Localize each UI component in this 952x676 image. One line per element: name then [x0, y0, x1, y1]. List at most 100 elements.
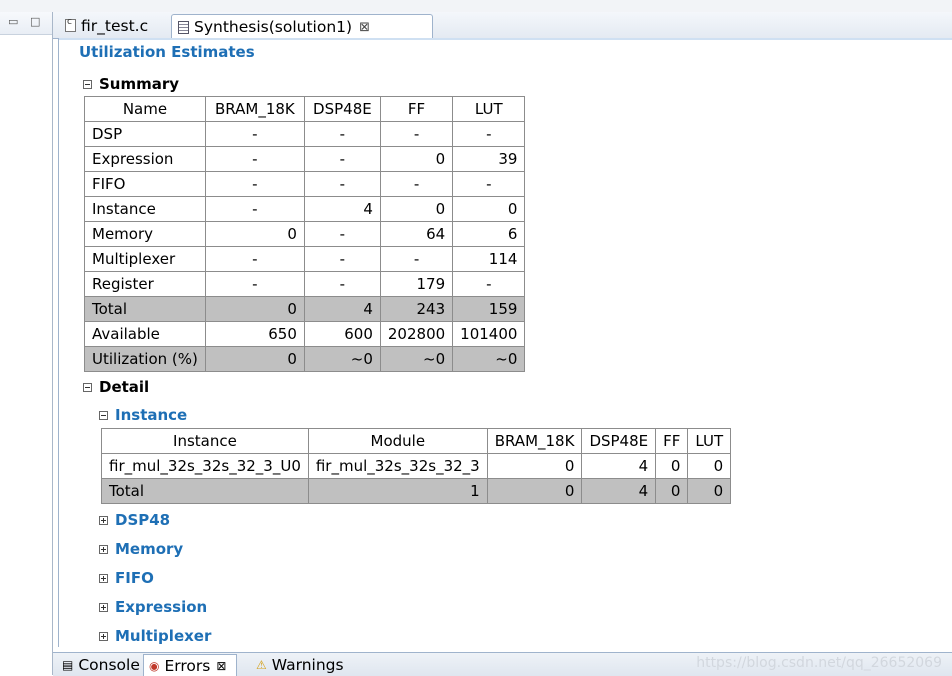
- table-cell: 202800: [379, 321, 454, 347]
- section-heading: FIFO: [115, 569, 154, 587]
- column-header: Instance: [101, 428, 309, 454]
- expand-icon: [99, 515, 108, 525]
- summary-table: Name BRAM_18K DSP48E FF LUT DSP - - - - Expressio…: [84, 96, 526, 372]
- table-cell: 4: [581, 478, 657, 504]
- top-toolbar-strip: [0, 0, 952, 12]
- minimize-icon[interactable]: ▭: [8, 16, 18, 28]
- console-icon: ▤: [62, 658, 74, 672]
- expand-icon: [99, 573, 108, 583]
- expand-icon: [99, 544, 108, 554]
- table-cell: -: [303, 246, 381, 272]
- table-cell: 179: [379, 271, 454, 297]
- table-cell: -: [303, 171, 381, 197]
- column-header: DSP48E: [303, 96, 381, 122]
- summary-heading: Summary: [99, 75, 180, 93]
- table-row: Memory 0-64 6: [84, 221, 526, 247]
- summary-header-row: Name BRAM_18K DSP48E FF LUT: [84, 96, 526, 122]
- table-cell: -: [204, 146, 305, 172]
- table-row: Total 1 0 4 0 0: [101, 478, 732, 504]
- tab-label: Console: [78, 656, 140, 674]
- column-header: BRAM_18K: [204, 96, 305, 122]
- column-header: LUT: [687, 428, 732, 454]
- table-cell: 4: [303, 296, 381, 322]
- section-heading: DSP48: [115, 511, 171, 529]
- section-heading: Expression: [115, 598, 208, 616]
- table-cell: -: [204, 171, 305, 197]
- tab-console[interactable]: ▤ Console: [57, 654, 145, 676]
- table-row: Instance -4 0 0: [84, 196, 526, 222]
- c-file-icon: [65, 17, 76, 32]
- tab-warnings[interactable]: ⚠ Warnings: [251, 654, 349, 676]
- detail-section-toggle[interactable]: Detail: [83, 378, 149, 396]
- tab-synthesis-solution1[interactable]: Synthesis(solution1) ⊠: [171, 14, 433, 39]
- table-cell: Memory: [84, 221, 206, 247]
- table-cell: Total: [84, 296, 206, 322]
- table-cell: 0: [655, 453, 689, 479]
- expand-icon: [99, 602, 108, 612]
- table-cell: 101400: [452, 321, 526, 347]
- left-outline-pane: ▭ □: [0, 12, 53, 675]
- table-cell: -: [303, 146, 381, 172]
- section-toggle-expression[interactable]: Expression: [99, 598, 207, 616]
- tab-label: Errors: [164, 656, 211, 675]
- table-cell: 0: [379, 146, 454, 172]
- table-cell: 159: [452, 296, 526, 322]
- section-toggle-multiplexer[interactable]: Multiplexer: [99, 627, 211, 645]
- table-row: Multiplexer - - -114: [84, 246, 526, 272]
- table-row: DSP - - - -: [84, 121, 526, 147]
- table-cell: FIFO: [84, 171, 206, 197]
- report-icon: [178, 20, 189, 34]
- table-cell: 600: [303, 321, 381, 347]
- tab-fir-test-c[interactable]: fir_test.c: [59, 14, 169, 37]
- maximize-icon[interactable]: □: [30, 16, 40, 28]
- summary-section-toggle[interactable]: Summary: [83, 75, 179, 93]
- bottom-tab-bar: ▤ Console ◉ Errors ⊠ ⚠ Warnings https://…: [53, 652, 952, 676]
- table-row: Available 650 600 202800 101400: [84, 321, 526, 347]
- table-cell: -: [379, 246, 454, 272]
- table-cell: -: [452, 171, 526, 197]
- editor-tab-bar: fir_test.c Synthesis(solution1) ⊠: [53, 12, 952, 39]
- table-cell: 243: [379, 296, 454, 322]
- table-cell: -: [204, 121, 305, 147]
- column-header: BRAM_18K: [486, 428, 583, 454]
- table-cell: 6: [452, 221, 526, 247]
- column-header: LUT: [452, 96, 526, 122]
- instance-table: Instance Module BRAM_18K DSP48E FF LUT fir_mu…: [101, 428, 732, 504]
- table-cell: Expression: [84, 146, 206, 172]
- instance-header-row: Instance Module BRAM_18K DSP48E FF LUT: [101, 428, 732, 454]
- collapse-icon: [99, 410, 108, 420]
- table-cell: -: [204, 271, 305, 297]
- table-cell: 0: [486, 453, 583, 479]
- tab-errors[interactable]: ◉ Errors ⊠: [143, 654, 238, 676]
- table-cell: ~0: [379, 346, 454, 372]
- section-toggle-memory[interactable]: Memory: [99, 540, 183, 558]
- table-cell: Instance: [84, 196, 206, 222]
- table-cell: -: [452, 271, 526, 297]
- column-header: Name: [84, 96, 206, 122]
- table-cell: 1: [307, 478, 488, 504]
- section-toggle-fifo[interactable]: FIFO: [99, 569, 154, 587]
- table-cell: 0: [655, 478, 689, 504]
- instance-heading: Instance: [115, 406, 188, 424]
- section-toggle-dsp48[interactable]: DSP48: [99, 511, 170, 529]
- table-cell: -: [379, 171, 454, 197]
- table-cell: ~0: [452, 346, 526, 372]
- table-cell: -: [204, 196, 305, 222]
- section-heading: Multiplexer: [115, 627, 212, 645]
- table-cell: 650: [204, 321, 305, 347]
- instance-section-toggle[interactable]: Instance: [99, 406, 187, 424]
- tab-label: Synthesis(solution1): [194, 18, 353, 36]
- close-icon[interactable]: ⊠: [216, 659, 226, 673]
- column-header: FF: [379, 96, 454, 122]
- table-cell: -: [204, 246, 305, 272]
- report-title: Utilization Estimates: [79, 43, 255, 61]
- close-icon[interactable]: ⊠: [359, 20, 370, 35]
- table-cell: 4: [303, 196, 381, 222]
- table-row: Total 0 4 243 159: [84, 296, 526, 322]
- error-icon: ◉: [149, 658, 160, 673]
- column-header: Module: [307, 428, 488, 454]
- table-cell: -: [452, 121, 526, 147]
- table-cell: ~0: [303, 346, 381, 372]
- table-row: Expression - -0 39: [84, 146, 526, 172]
- table-cell: Utilization (%): [84, 346, 206, 372]
